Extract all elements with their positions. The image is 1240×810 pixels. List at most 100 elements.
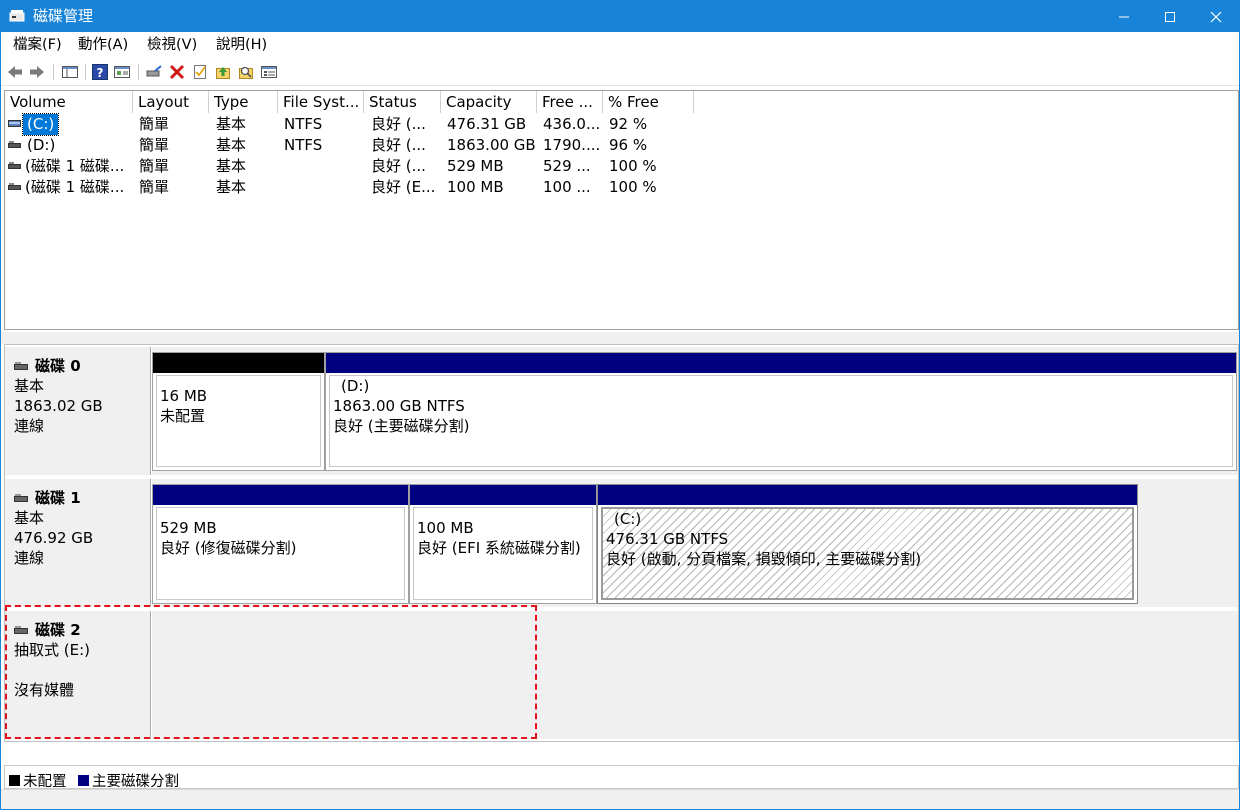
cell-filesystem: NTFS	[284, 115, 323, 133]
disk-type: 抽取式 (E:)	[14, 641, 91, 659]
cell-type: 基本	[216, 157, 247, 175]
cell-percent-free: 100 %	[609, 157, 657, 175]
partition-c[interactable]: (C:) 476.31 GB NTFS 良好 (啟動, 分頁檔案, 損毀傾印, …	[597, 484, 1138, 604]
primary-partition-bar	[326, 353, 1236, 373]
column-header-type[interactable]: Type	[209, 91, 278, 113]
show-pane-icon[interactable]	[113, 63, 131, 81]
column-header-capacity[interactable]: Capacity	[441, 91, 537, 113]
cell-status: 良好 (...	[371, 115, 426, 133]
volume-row[interactable]: (D:) 簡單 基本 NTFS 良好 (... 1863.00 GB 1790.…	[5, 135, 1238, 156]
column-header-layout[interactable]: Layout	[133, 91, 209, 113]
toolbar-separator	[138, 64, 139, 80]
cell-volume: (C:)	[21, 113, 60, 136]
legend-swatch	[9, 775, 20, 786]
column-header-status[interactable]: Status	[364, 91, 441, 113]
cell-status: 良好 (...	[371, 157, 426, 175]
legend-label: 主要磁碟分割	[92, 774, 179, 790]
svg-text:?: ?	[97, 66, 104, 80]
help-icon[interactable]: ?	[91, 63, 109, 81]
menu-file[interactable]: 檔案(F)	[13, 36, 62, 54]
cell-capacity: 529 MB	[447, 157, 504, 175]
volume-list: Volume Layout Type File Syst... Status C…	[4, 90, 1239, 330]
volume-row[interactable]: (C:) 簡單 基本 NTFS 良好 (... 476.31 GB 436.0.…	[5, 113, 1238, 136]
cell-status: 良好 (...	[371, 136, 426, 154]
cell-volume: (磁碟 1 磁碟...	[25, 178, 125, 196]
search-icon[interactable]	[237, 63, 255, 81]
menu-view[interactable]: 檢視(V)	[147, 36, 197, 54]
up-icon[interactable]	[214, 63, 232, 81]
cell-layout: 簡單	[139, 136, 170, 154]
maximize-button[interactable]	[1147, 1, 1193, 32]
cell-percent-free: 100 %	[609, 178, 657, 196]
toolbar-separator	[53, 64, 54, 80]
legend: 未配置 主要磁碟分割	[4, 765, 1239, 791]
disk-management-window: 磁碟管理 檔案(F) 動作(A) 檢視(V) 說明(H) ? Volume La…	[0, 0, 1240, 810]
minimize-button[interactable]	[1101, 1, 1147, 32]
cell-volume: (磁碟 1 磁碟...	[25, 157, 125, 175]
title-bar: 磁碟管理	[1, 1, 1239, 32]
properties-icon[interactable]	[191, 63, 209, 81]
console-tree-icon[interactable]	[61, 63, 79, 81]
cell-volume: (D:)	[27, 136, 56, 154]
delete-icon[interactable]	[168, 63, 186, 81]
column-header-free[interactable]: Free ...	[537, 91, 603, 113]
settings-icon[interactable]	[260, 63, 278, 81]
back-icon[interactable]	[6, 63, 24, 81]
disk-size: 1863.02 GB	[14, 397, 103, 415]
disk-type: 基本	[14, 377, 45, 395]
legend-label: 未配置	[23, 774, 67, 790]
disk-graphical-view: 磁碟 0 基本 1863.02 GB 連線 16 MB 未配置 (D:) 186…	[4, 344, 1239, 742]
partition-size: 1863.00 GB NTFS	[333, 397, 465, 415]
legend-primary: 主要磁碟分割	[78, 770, 179, 791]
forward-icon[interactable]	[28, 63, 46, 81]
disk-1-partitions: 529 MB 良好 (修復磁碟分割) 100 MB 良好 (EFI 系統磁碟分割…	[152, 479, 1238, 607]
primary-partition-bar	[153, 485, 408, 505]
column-header-percent-free[interactable]: % Free	[603, 91, 694, 113]
partition-status: 未配置	[160, 407, 206, 425]
cell-type: 基本	[216, 136, 247, 154]
volume-row[interactable]: (磁碟 1 磁碟... 簡單 基本 良好 (E... 100 MB 100 ..…	[5, 177, 1238, 198]
disk-2-label[interactable]: 磁碟 2 抽取式 (E:) 沒有媒體	[5, 611, 151, 739]
disk-management-icon	[9, 10, 25, 22]
pane-splitter[interactable]	[1, 332, 1239, 344]
partition-d[interactable]: (D:) 1863.00 GB NTFS 良好 (主要磁碟分割)	[325, 352, 1237, 471]
connect-icon[interactable]	[145, 63, 163, 81]
partition-label: (C:)	[614, 510, 642, 528]
partition-size: 476.31 GB NTFS	[606, 530, 729, 548]
partition-size: 529 MB	[160, 519, 217, 537]
close-button[interactable]	[1193, 1, 1239, 32]
disk-0-label[interactable]: 磁碟 0 基本 1863.02 GB 連線	[5, 347, 151, 475]
cell-free: 100 ...	[543, 178, 591, 196]
partition-info: (C:) 476.31 GB NTFS 良好 (啟動, 分頁檔案, 損毀傾印, …	[601, 507, 1134, 600]
disk-state: 連線	[14, 549, 45, 567]
partition-status: 良好 (啟動, 分頁檔案, 損毀傾印, 主要磁碟分割)	[606, 550, 922, 568]
menu-action[interactable]: 動作(A)	[78, 36, 128, 54]
disk-name: 磁碟 1	[35, 489, 81, 507]
column-header-filesystem[interactable]: File Syst...	[278, 91, 364, 113]
volume-icon	[8, 183, 21, 190]
menu-help[interactable]: 說明(H)	[216, 36, 267, 54]
cell-free: 1790....	[543, 136, 601, 154]
recovery-partition[interactable]: 529 MB 良好 (修復磁碟分割)	[152, 484, 409, 604]
cell-capacity: 1863.00 GB	[447, 136, 536, 154]
disk-icon	[14, 626, 28, 634]
column-header-volume[interactable]: Volume	[5, 91, 133, 113]
efi-partition[interactable]: 100 MB 良好 (EFI 系統磁碟分割)	[409, 484, 597, 604]
partition-info: (D:) 1863.00 GB NTFS 良好 (主要磁碟分割)	[329, 375, 1233, 467]
disk-name: 磁碟 2	[35, 621, 81, 639]
volume-icon	[8, 162, 21, 169]
partition-status: 良好 (主要磁碟分割)	[333, 417, 470, 435]
unallocated-partition[interactable]: 16 MB 未配置	[152, 352, 325, 471]
volume-icon	[8, 120, 21, 127]
maximize-icon	[1165, 11, 1175, 22]
disk-1-label[interactable]: 磁碟 1 基本 476.92 GB 連線	[5, 479, 151, 607]
volume-row[interactable]: (磁碟 1 磁碟... 簡單 基本 良好 (... 529 MB 529 ...…	[5, 156, 1238, 177]
toolbar: ?	[1, 58, 1239, 86]
partition-info: 529 MB 良好 (修復磁碟分割)	[156, 507, 405, 600]
cell-filesystem: NTFS	[284, 136, 323, 154]
minimize-icon	[1119, 16, 1129, 17]
status-bar	[1, 789, 1239, 809]
disk-size: 476.92 GB	[14, 529, 94, 547]
cell-layout: 簡單	[139, 157, 170, 175]
disk-state: 沒有媒體	[14, 681, 75, 699]
